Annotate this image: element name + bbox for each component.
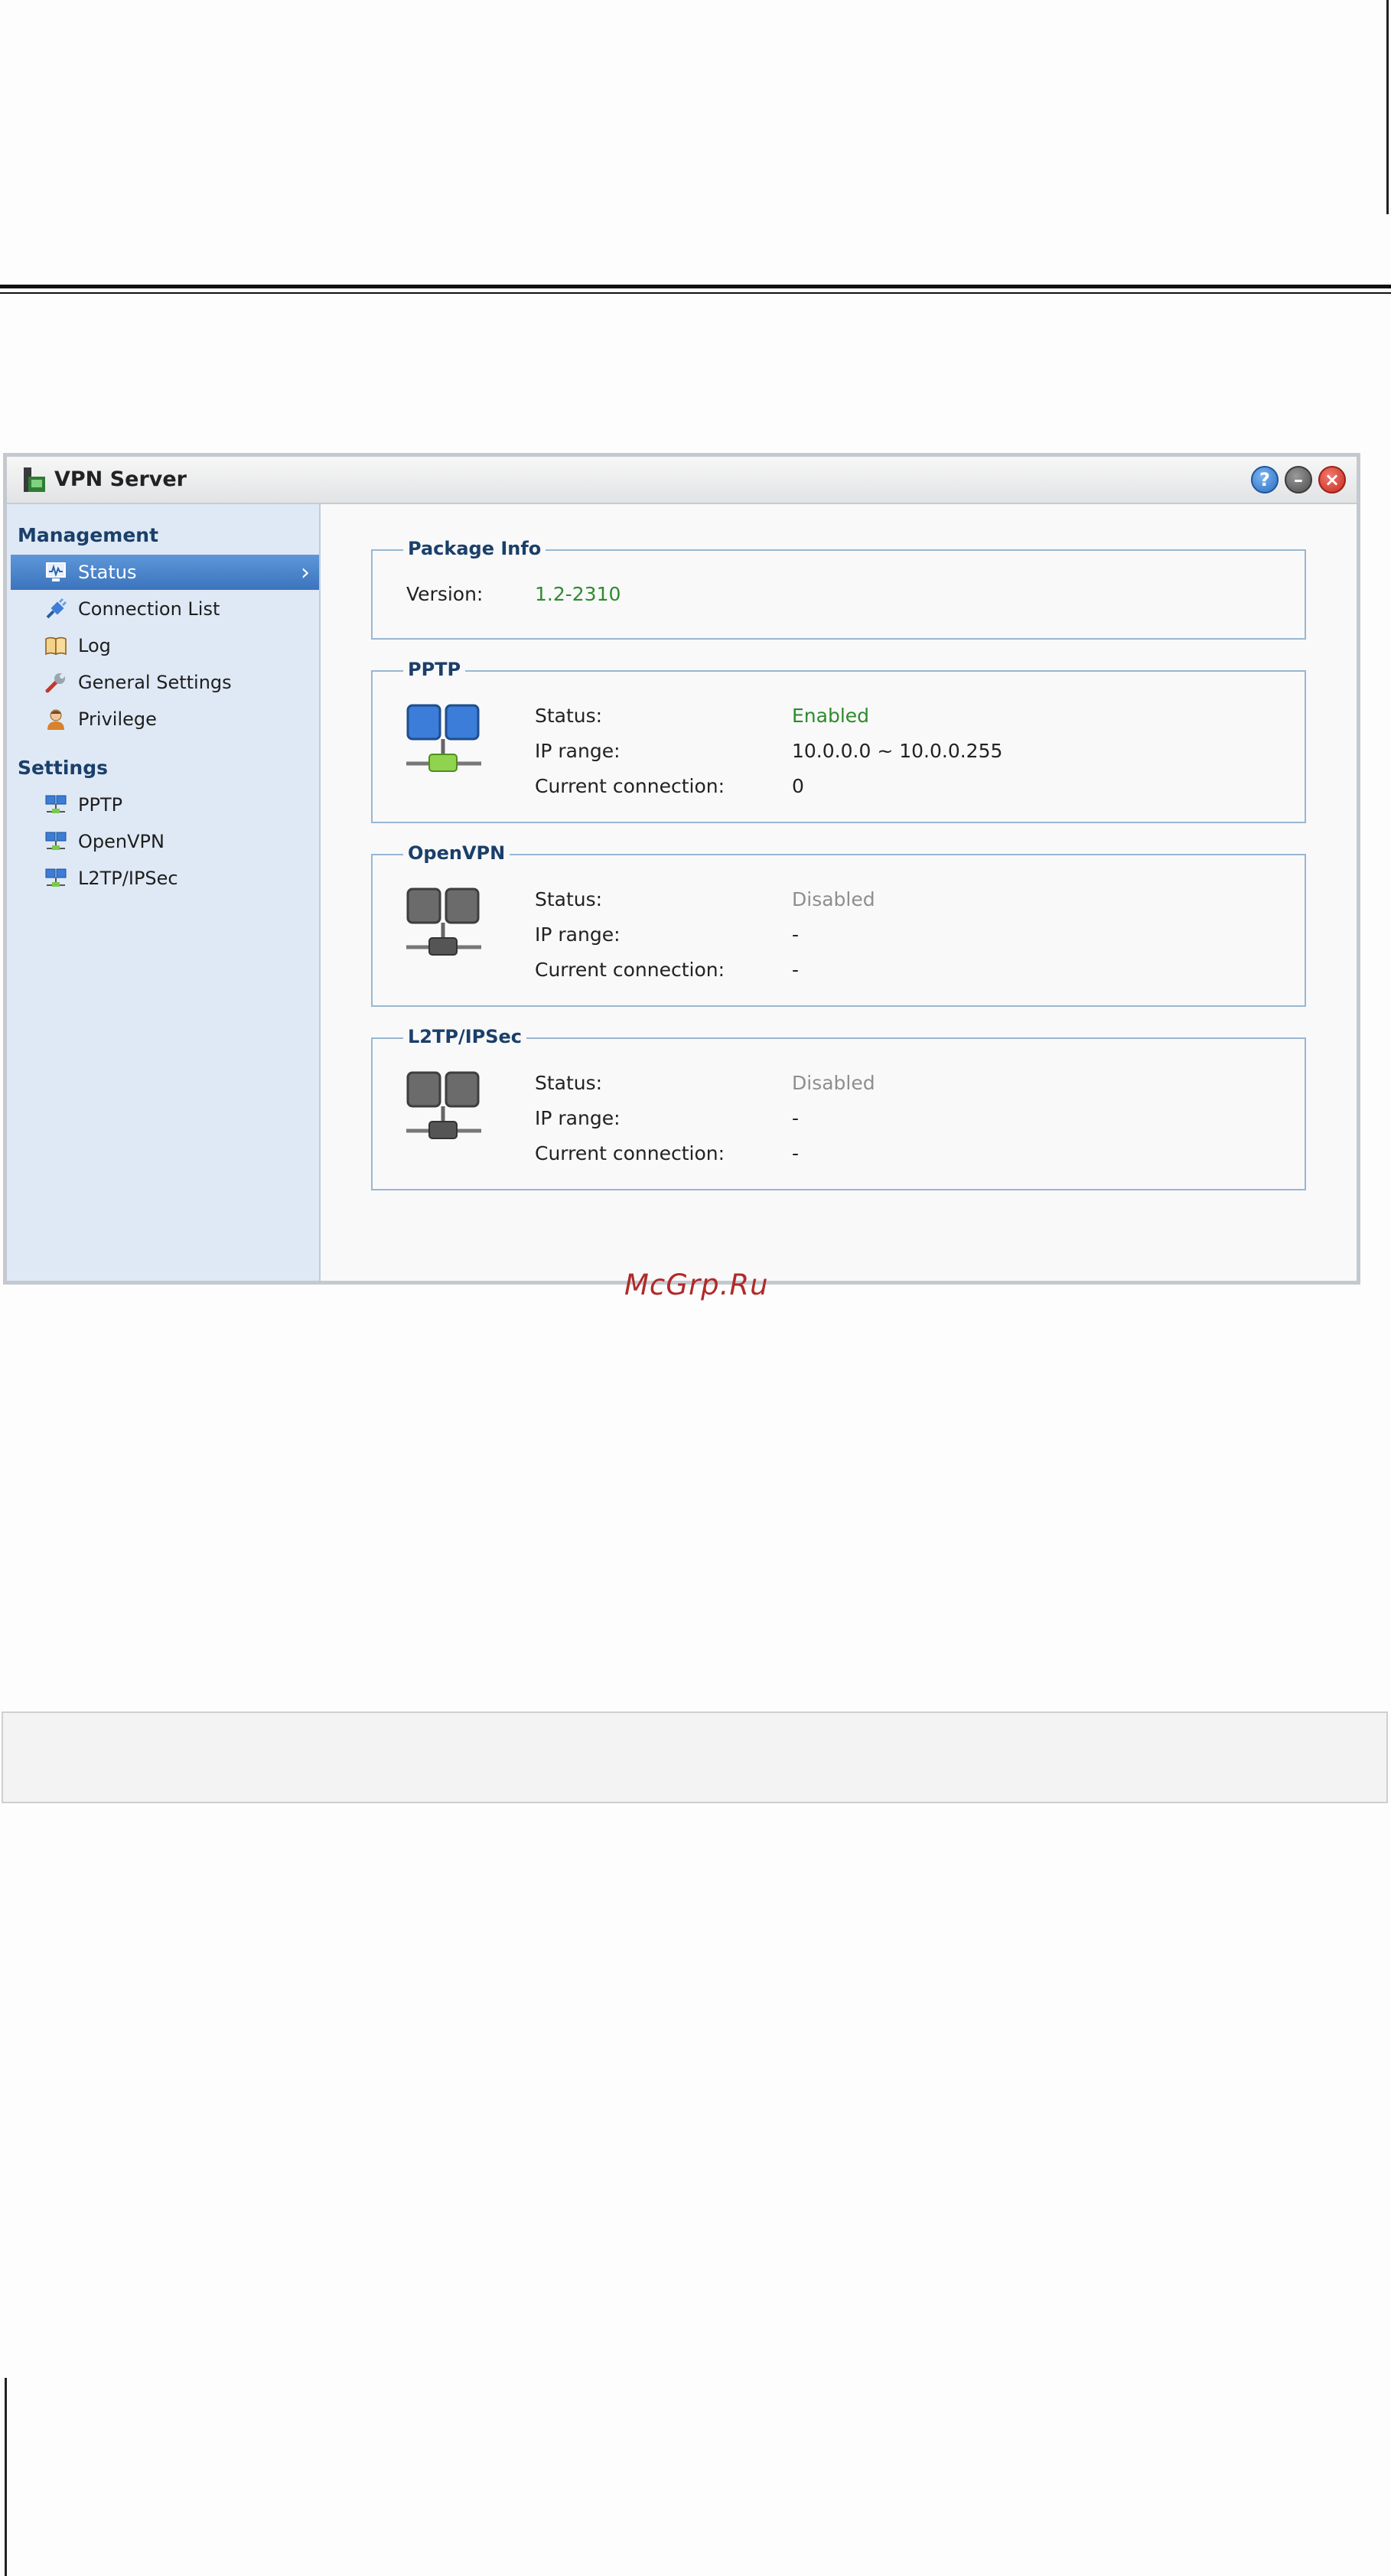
sidebar-item-label: OpenVPN [78, 831, 165, 852]
sidebar-heading-management: Management [18, 524, 159, 546]
help-icon[interactable]: ? [1251, 466, 1279, 493]
monitor-icon [46, 562, 66, 581]
sidebar-item-privilege[interactable]: Privilege [11, 702, 319, 737]
group-title: Package Info [403, 538, 546, 559]
sidebar-item-label: PPTP [78, 794, 123, 816]
group-title: PPTP [403, 659, 466, 680]
network-disabled-icon [406, 1071, 481, 1139]
chevron-right-icon: › [301, 559, 310, 586]
current-connection-value: - [792, 959, 800, 981]
note-box [2, 1711, 1388, 1803]
sidebar: Management Status › Connection List Log … [7, 504, 321, 1281]
page-rule-thin [0, 292, 1391, 294]
vpn-server-window: VPN Server ? – × Management Status › Con… [3, 453, 1360, 1285]
sidebar-item-general-settings[interactable]: General Settings [11, 665, 319, 700]
close-icon[interactable]: × [1318, 466, 1346, 493]
status-label: Status: [535, 1072, 603, 1094]
user-icon [47, 709, 64, 730]
sidebar-item-label: Connection List [78, 598, 220, 620]
ip-range-value: - [792, 923, 800, 946]
ip-range-label: IP range: [535, 740, 621, 762]
sidebar-item-label: Log [78, 635, 111, 656]
group-title: OpenVPN [403, 842, 510, 864]
app-icon [24, 467, 45, 492]
minimize-icon[interactable]: – [1285, 466, 1312, 493]
l2tp-ipsec-group: L2TP/IPSec Status: Disabled IP range: - … [371, 1026, 1306, 1190]
sidebar-item-label: General Settings [78, 672, 232, 693]
group-title: L2TP/IPSec [403, 1026, 527, 1047]
status-value: Enabled [792, 705, 870, 727]
status-label: Status: [535, 888, 603, 910]
current-connection-label: Current connection: [535, 1142, 725, 1164]
sidebar-item-status[interactable]: Status › [11, 555, 319, 590]
sidebar-item-log[interactable]: Log [11, 628, 319, 663]
sidebar-item-pptp[interactable]: PPTP [11, 787, 319, 822]
version-value: 1.2-2310 [535, 583, 621, 605]
sidebar-item-l2tp-ipsec[interactable]: L2TP/IPSec [11, 861, 319, 896]
ip-range-value: 10.0.0.0 ~ 10.0.0.255 [792, 740, 1003, 762]
current-connection-label: Current connection: [535, 959, 725, 981]
status-value: Disabled [792, 1072, 875, 1094]
network-disabled-icon [406, 887, 481, 956]
sidebar-item-connection-list[interactable]: Connection List [11, 591, 319, 627]
ip-range-value: - [792, 1107, 800, 1129]
sidebar-item-label: L2TP/IPSec [78, 868, 178, 889]
wrench-icon [45, 673, 65, 693]
sidebar-heading-settings: Settings [18, 757, 109, 779]
ip-range-label: IP range: [535, 1107, 621, 1129]
sidebar-item-label: Privilege [78, 708, 157, 730]
network-icon [45, 868, 67, 887]
page-edge-line [1386, 0, 1389, 214]
status-label: Status: [535, 705, 603, 727]
main-content: Package Info Version: 1.2-2310 PPTP Stat… [321, 504, 1357, 1281]
pptp-group: PPTP Status: Enabled IP range: 10.0.0.0 … [371, 659, 1306, 823]
plug-icon [46, 598, 67, 619]
page-rule [0, 285, 1391, 288]
network-icon [45, 832, 67, 850]
status-value: Disabled [792, 888, 875, 910]
sidebar-item-label: Status [78, 562, 137, 583]
current-connection-value: 0 [792, 775, 804, 797]
network-icon [45, 795, 67, 813]
version-label: Version: [406, 583, 484, 605]
page-edge-line-bottom [5, 2378, 7, 2576]
window-titlebar[interactable]: VPN Server ? – × [7, 457, 1357, 504]
openvpn-group: OpenVPN Status: Disabled IP range: - Cur… [371, 842, 1306, 1007]
book-icon [45, 637, 67, 656]
watermark: McGrp.Ru [624, 1268, 769, 1301]
current-connection-value: - [792, 1142, 800, 1164]
network-enabled-icon [406, 704, 481, 772]
window-title: VPN Server [54, 467, 187, 491]
package-info-group: Package Info Version: 1.2-2310 [371, 538, 1306, 640]
sidebar-item-openvpn[interactable]: OpenVPN [11, 824, 319, 859]
ip-range-label: IP range: [535, 923, 621, 946]
current-connection-label: Current connection: [535, 775, 725, 797]
